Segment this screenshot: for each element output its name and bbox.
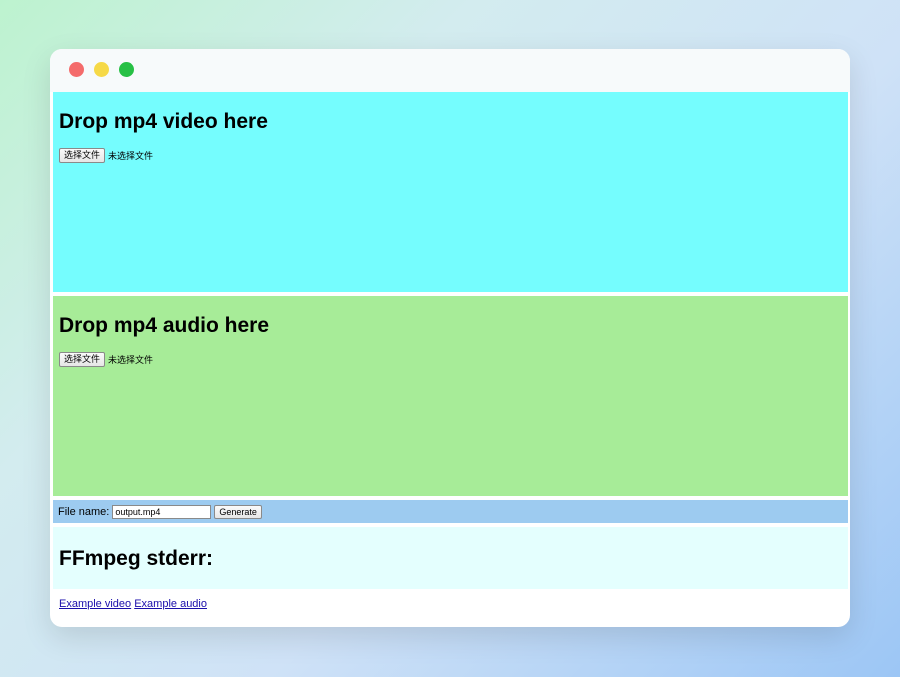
window-titlebar	[50, 49, 850, 92]
filename-input[interactable]	[112, 504, 212, 519]
example-audio-link[interactable]: Example audio	[134, 598, 207, 610]
ffmpeg-stderr-panel: FFmpeg stderr:	[53, 527, 848, 589]
video-choose-file-button[interactable]: 选择文件	[59, 148, 106, 163]
audio-drop-zone[interactable]: Drop mp4 audio here 选择文件 未选择文件	[53, 296, 848, 496]
filename-label: File name:	[58, 505, 110, 518]
example-video-link[interactable]: Example video	[59, 598, 131, 610]
browser-window: Drop mp4 video here 选择文件 未选择文件 Drop mp4 …	[50, 49, 850, 627]
video-file-input: 选择文件 未选择文件	[59, 148, 842, 163]
audio-file-status: 未选择文件	[108, 355, 154, 365]
video-drop-zone[interactable]: Drop mp4 video here 选择文件 未选择文件	[53, 92, 848, 292]
maximize-window-icon[interactable]	[119, 62, 134, 77]
page-content: Drop mp4 video here 选择文件 未选择文件 Drop mp4 …	[53, 92, 848, 619]
generate-bar: File name: Generate	[53, 500, 848, 523]
video-drop-heading: Drop mp4 video here	[59, 110, 268, 133]
minimize-window-icon[interactable]	[94, 62, 109, 77]
example-links: Example video Example audio	[53, 589, 848, 619]
generate-button[interactable]: Generate	[214, 504, 262, 519]
stderr-heading: FFmpeg stderr:	[59, 547, 214, 570]
audio-file-input: 选择文件 未选择文件	[59, 352, 842, 367]
audio-choose-file-button[interactable]: 选择文件	[59, 352, 106, 367]
audio-drop-heading: Drop mp4 audio here	[59, 314, 270, 337]
close-window-icon[interactable]	[69, 62, 84, 77]
video-file-status: 未选择文件	[108, 151, 154, 161]
